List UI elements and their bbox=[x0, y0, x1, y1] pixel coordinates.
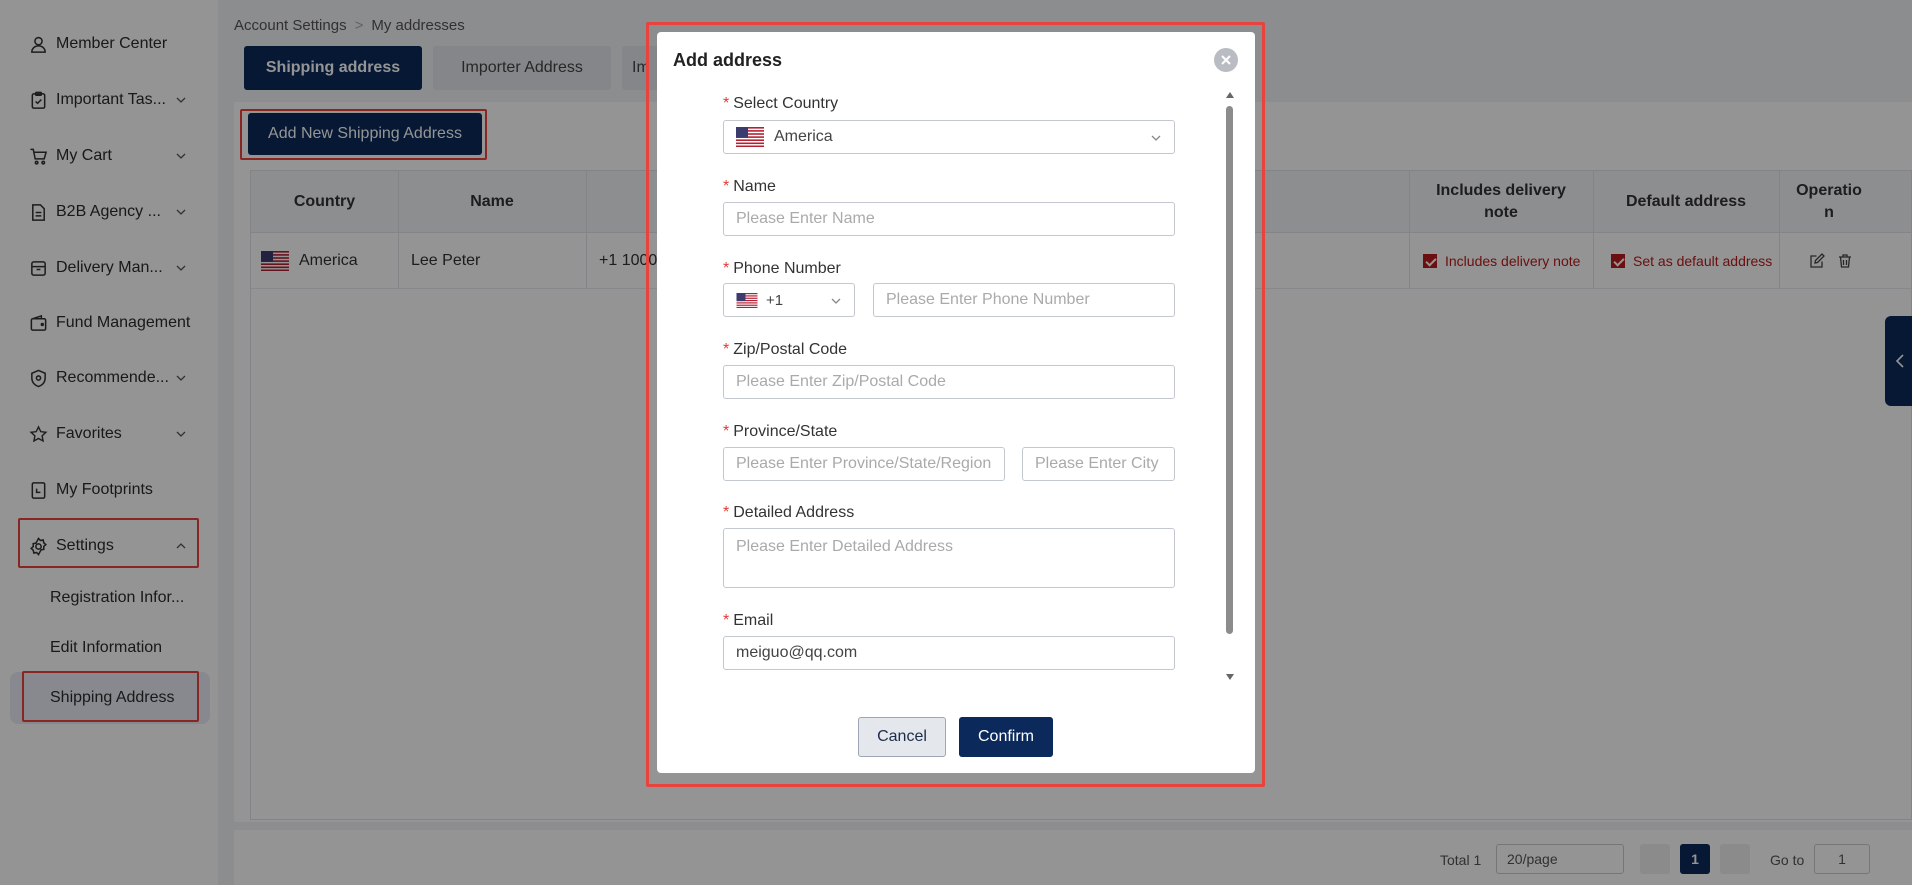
close-button[interactable] bbox=[1214, 48, 1238, 72]
address-label: * Detailed Address bbox=[723, 504, 854, 522]
email-label-text: Email bbox=[733, 612, 774, 629]
modal-title: Add address bbox=[673, 50, 783, 70]
name-input[interactable]: Please Enter Name bbox=[723, 202, 1175, 236]
country-value: America bbox=[774, 128, 833, 145]
required-mark: * bbox=[723, 504, 730, 521]
email-label: * Email bbox=[723, 612, 773, 630]
province-label: * Province/State bbox=[723, 423, 837, 441]
chevron-down-icon bbox=[831, 298, 841, 304]
phone-code-select[interactable]: +1 bbox=[723, 283, 855, 317]
zip-label: * Zip/Postal Code bbox=[723, 341, 847, 359]
address-label-text: Detailed Address bbox=[733, 504, 855, 521]
chevron-down-icon bbox=[1151, 135, 1161, 141]
phone-code-value: +1 bbox=[766, 291, 784, 309]
scroll-down-arrow[interactable] bbox=[1226, 674, 1234, 680]
us-flag-icon bbox=[736, 127, 764, 147]
zip-input[interactable]: Please Enter Zip/Postal Code bbox=[723, 365, 1175, 399]
required-mark: * bbox=[723, 341, 730, 358]
country-label: * Select Country bbox=[723, 95, 838, 113]
required-mark: * bbox=[723, 423, 730, 440]
province-input[interactable]: Please Enter Province/State/Region bbox=[723, 447, 1005, 481]
required-mark: * bbox=[723, 612, 730, 629]
close-icon bbox=[1221, 55, 1231, 65]
required-mark: * bbox=[723, 178, 730, 195]
cancel-button[interactable]: Cancel bbox=[858, 717, 946, 757]
phone-label: * Phone Number bbox=[723, 260, 841, 278]
required-mark: * bbox=[723, 95, 730, 112]
province-label-text: Province/State bbox=[733, 423, 838, 440]
country-label-text: Select Country bbox=[733, 95, 839, 112]
add-address-modal: Add address * Select Country America * Nam… bbox=[657, 32, 1255, 773]
city-input[interactable]: Please Enter City bbox=[1022, 447, 1175, 481]
confirm-button[interactable]: Confirm bbox=[959, 717, 1053, 757]
scroll-up-arrow[interactable] bbox=[1226, 92, 1234, 98]
email-input[interactable]: meiguo@qq.com bbox=[723, 636, 1175, 670]
phone-label-text: Phone Number bbox=[733, 260, 841, 277]
required-mark: * bbox=[723, 260, 730, 277]
detailed-address-textarea[interactable]: Please Enter Detailed Address bbox=[723, 528, 1175, 588]
us-flag-icon bbox=[736, 292, 758, 308]
phone-input[interactable]: Please Enter Phone Number bbox=[873, 283, 1175, 317]
name-label: * Name bbox=[723, 178, 776, 196]
scrollbar-thumb[interactable] bbox=[1226, 106, 1233, 634]
zip-label-text: Zip/Postal Code bbox=[733, 341, 848, 358]
country-select[interactable]: America bbox=[723, 120, 1175, 154]
name-label-text: Name bbox=[733, 178, 776, 195]
